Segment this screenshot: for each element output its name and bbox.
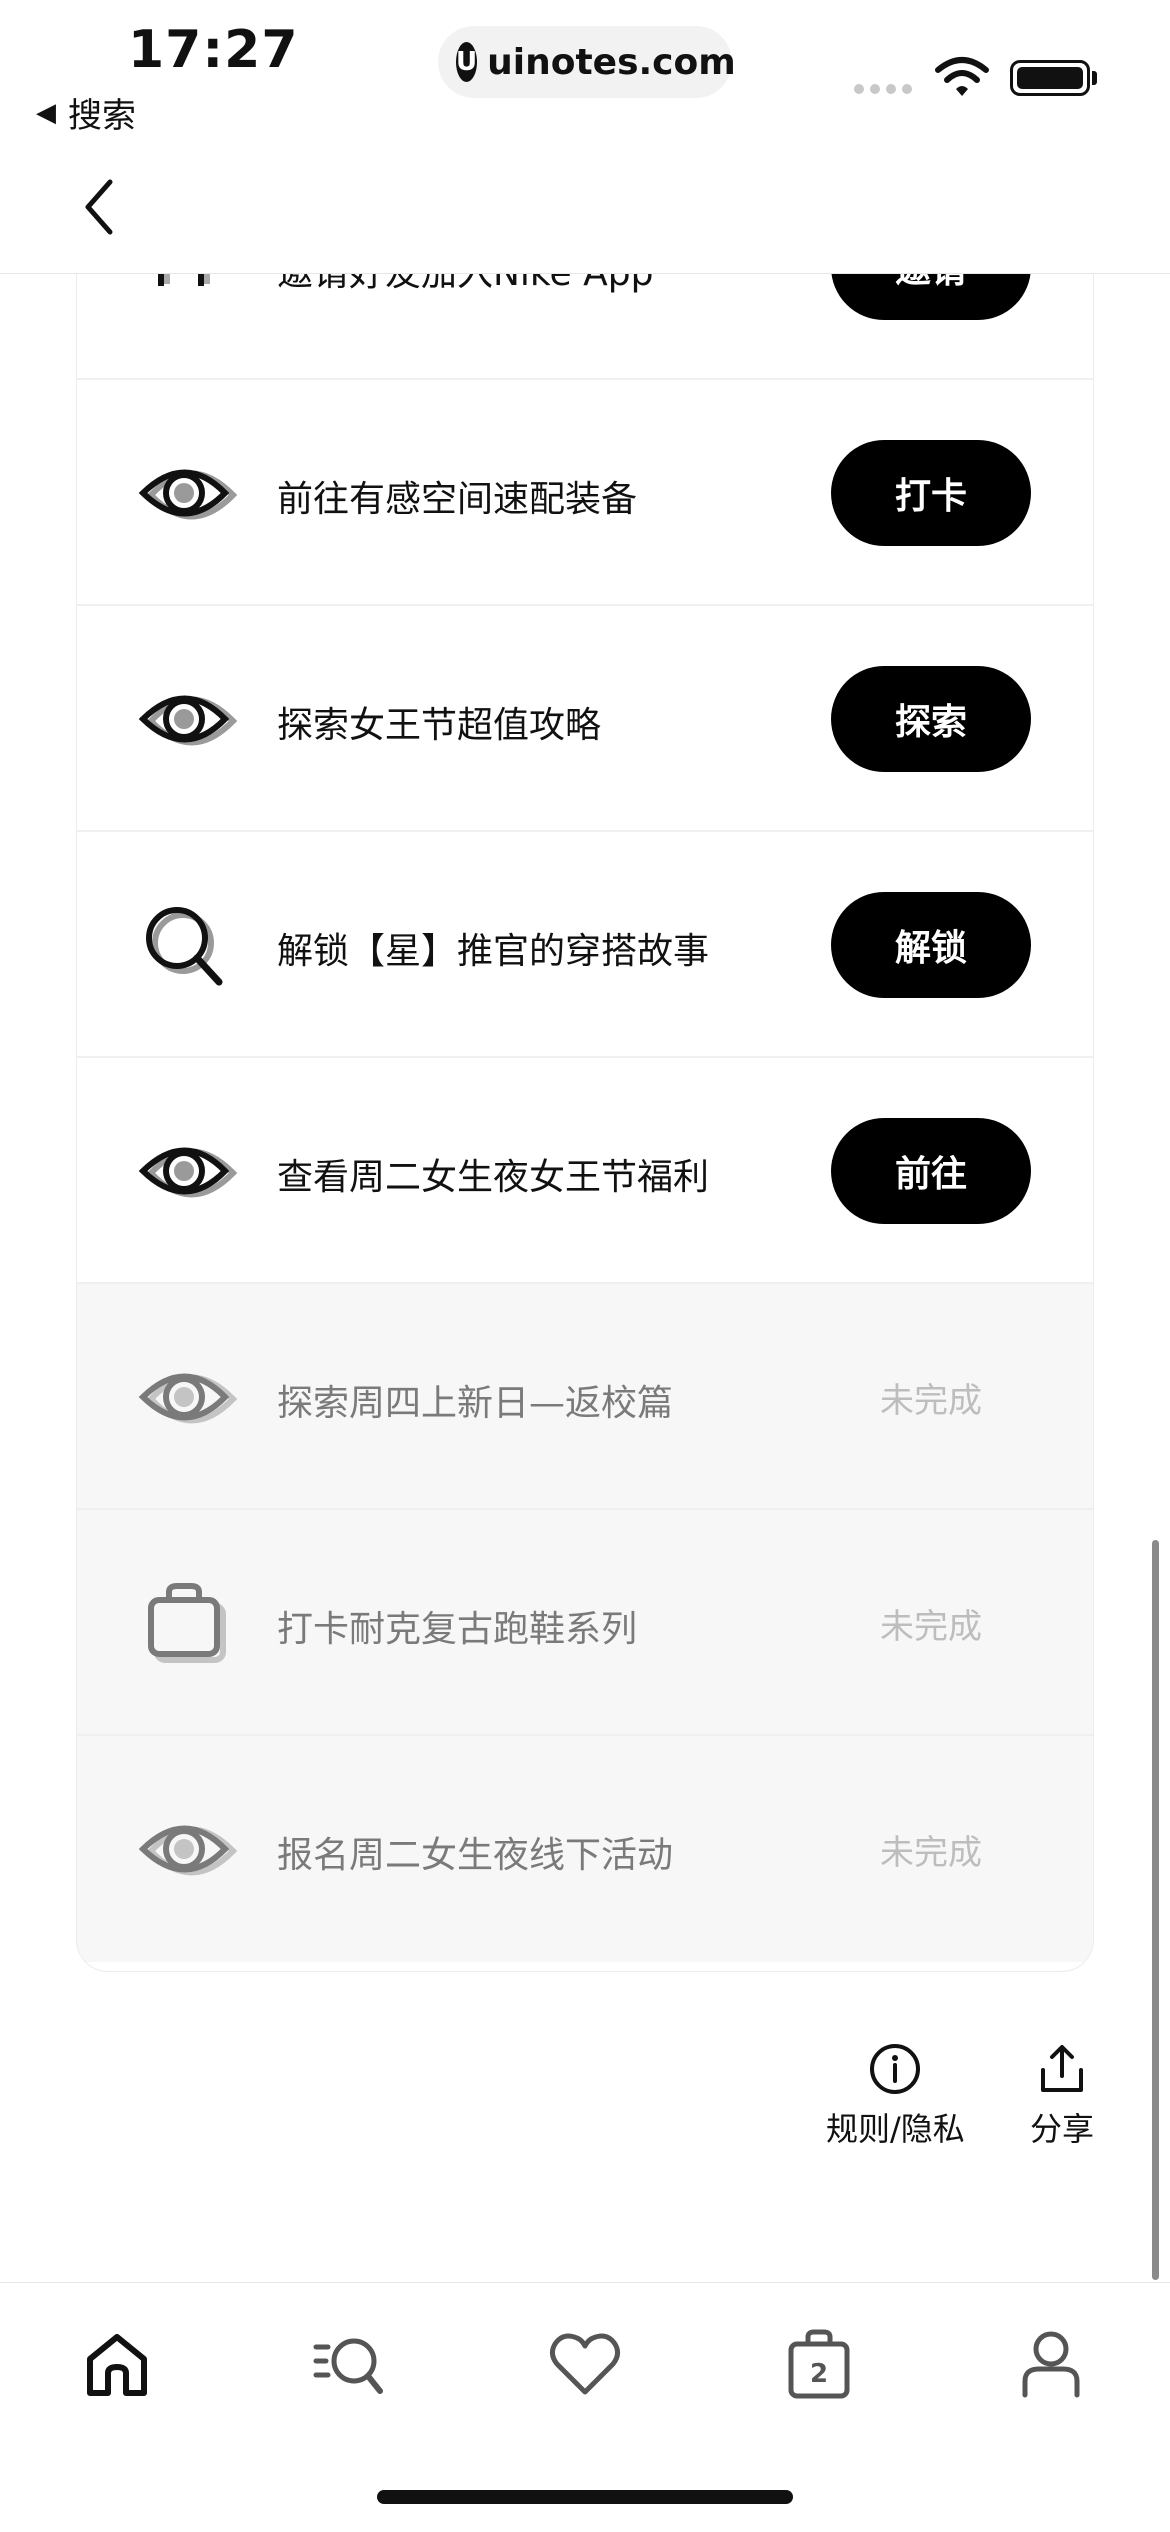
battery-tip xyxy=(1092,71,1097,85)
cellular-signal-icon xyxy=(854,84,912,94)
home-indicator[interactable] xyxy=(377,2490,793,2504)
eye-icon xyxy=(138,1147,237,1198)
url-bar[interactable]: U uinotes.com xyxy=(438,26,736,98)
bag-icon xyxy=(148,1583,226,1663)
status-time: 17:27 xyxy=(128,20,299,80)
rules-privacy-button[interactable]: 规则/隐私 xyxy=(826,2042,965,2150)
bag-icon: 2 xyxy=(788,2329,850,2399)
task-row: 查看周二女生夜女王节福利 前往 xyxy=(77,1058,1093,1284)
back-to-app-button[interactable]: ◀ 搜索 xyxy=(36,88,136,137)
tab-home[interactable] xyxy=(72,2319,162,2409)
rules-privacy-label: 规则/隐私 xyxy=(826,2110,965,2148)
share-button[interactable]: 分享 xyxy=(1030,2042,1094,2150)
eye-icon xyxy=(138,469,237,520)
task-status: 未完成 xyxy=(880,1380,982,1421)
tab-bag[interactable]: 2 xyxy=(774,2319,864,2409)
back-chevron-icon[interactable] xyxy=(74,172,124,242)
heart-icon xyxy=(549,2333,621,2395)
search-icon xyxy=(146,907,223,986)
task-label: 查看周二女生夜女王节福利 xyxy=(277,1157,710,1198)
back-triangle-icon: ◀ xyxy=(36,97,56,128)
task-label: 打卡耐克复古跑鞋系列 xyxy=(277,1609,638,1650)
task-action-button[interactable]: 探索 xyxy=(831,666,1031,772)
task-row: 报名周二女生夜线下活动 未完成 xyxy=(77,1736,1093,1962)
nav-header xyxy=(0,150,1170,274)
task-status: 未完成 xyxy=(880,1606,982,1647)
task-label: 解锁【星】推官的穿搭故事 xyxy=(277,931,710,972)
task-label: 报名周二女生夜线下活动 xyxy=(277,1835,674,1876)
share-label: 分享 xyxy=(1030,2110,1095,2148)
search-list-icon xyxy=(313,2338,383,2394)
task-action-button[interactable]: 前往 xyxy=(831,1118,1031,1224)
task-label: 探索周四上新日—返校篇 xyxy=(277,1383,674,1424)
tab-favorites[interactable] xyxy=(540,2319,630,2409)
eye-icon xyxy=(138,1825,237,1876)
person-icon xyxy=(1022,2331,1080,2398)
url-text: uinotes.com xyxy=(487,41,736,83)
status-bar: 17:27 ◀ 搜索 U uinotes.com xyxy=(0,0,1170,150)
task-action-button[interactable]: 解锁 xyxy=(831,892,1031,998)
task-label: 探索女王节超值攻略 xyxy=(277,705,602,746)
task-row: 打卡耐克复古跑鞋系列 未完成 xyxy=(77,1510,1093,1736)
task-row: 前往有感空间速配装备 打卡 xyxy=(77,380,1093,606)
bag-count: 2 xyxy=(810,2359,828,2389)
info-icon xyxy=(870,2044,921,2094)
tab-shop[interactable] xyxy=(304,2319,394,2409)
task-action-button[interactable]: 打卡 xyxy=(831,440,1031,546)
task-status: 未完成 xyxy=(880,1832,982,1873)
eye-icon xyxy=(138,1373,237,1424)
share-icon xyxy=(1041,2045,1083,2092)
task-row: 探索周四上新日—返校篇 未完成 xyxy=(77,1284,1093,1510)
site-logo-icon: U xyxy=(456,42,478,82)
home-icon xyxy=(87,2334,147,2396)
task-row: 解锁【星】推官的穿搭故事 解锁 xyxy=(77,832,1093,1058)
eye-icon xyxy=(138,695,237,746)
battery-icon xyxy=(1010,60,1090,96)
task-row: 探索女王节超值攻略 探索 xyxy=(77,606,1093,832)
scroll-indicator[interactable] xyxy=(1152,1540,1159,2280)
task-label: 前往有感空间速配装备 xyxy=(277,479,638,520)
tab-profile[interactable] xyxy=(1006,2319,1096,2409)
task-list: 邀请好友加入Nike App 邀请 前往有感空间速配装备 打卡 探索女王节超值攻… xyxy=(76,200,1094,1972)
wifi-icon xyxy=(935,57,989,96)
back-app-label: 搜索 xyxy=(68,96,136,136)
